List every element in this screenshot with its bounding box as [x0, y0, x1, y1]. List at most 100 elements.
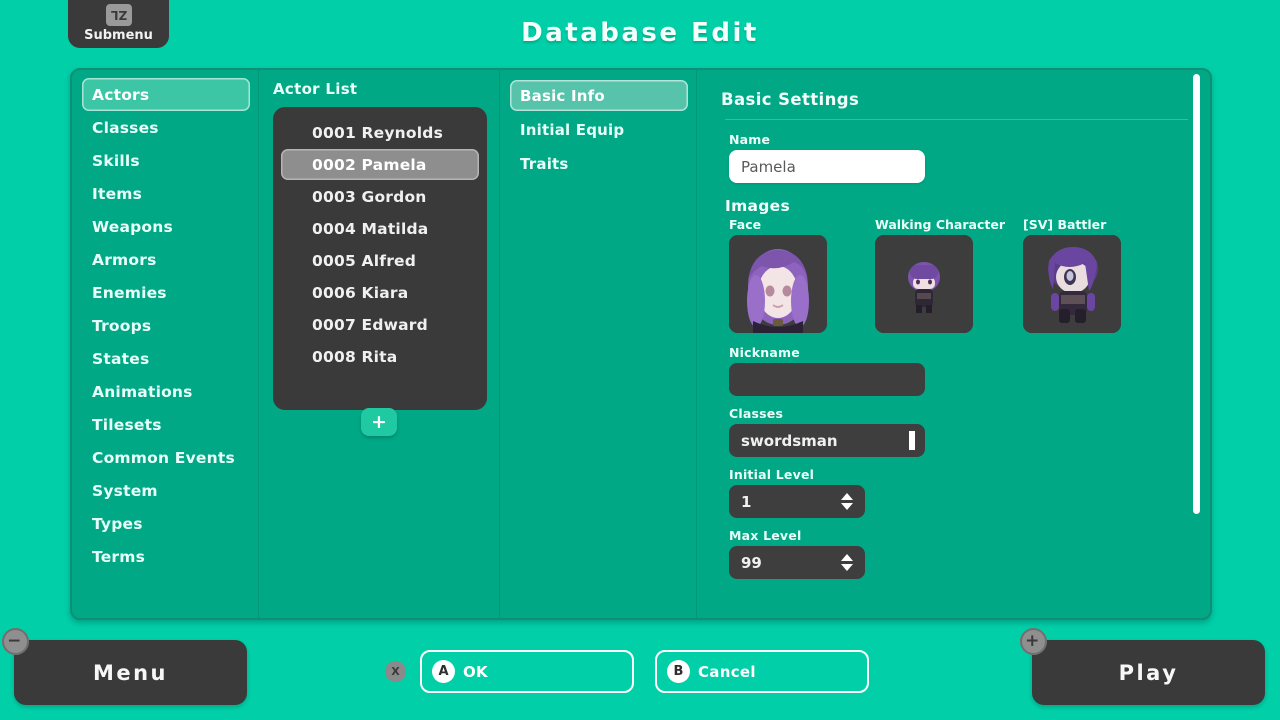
- arrow-down-icon[interactable]: [841, 503, 853, 510]
- actor-list-item[interactable]: 0007 Edward: [281, 309, 479, 340]
- max-level-value: 99: [741, 554, 762, 572]
- sidebar-item-skills[interactable]: Skills: [82, 144, 250, 177]
- sidebar-item-common-events[interactable]: Common Events: [82, 441, 250, 474]
- actor-list-item-label: 0008 Rita: [312, 348, 397, 366]
- initial-level-stepper[interactable]: 1: [729, 485, 865, 518]
- sidebar-item-label: Armors: [92, 251, 157, 269]
- sidebar-item-animations[interactable]: Animations: [82, 375, 250, 408]
- actor-list[interactable]: 0001 Reynolds0002 Pamela0003 Gordon 0004 …: [273, 107, 487, 410]
- sidebar-item-label: Classes: [92, 119, 159, 137]
- sidebar-item-label: Weapons: [92, 218, 173, 236]
- walking-character-label: Walking Character: [875, 217, 1023, 232]
- cancel-button[interactable]: B Cancel: [655, 650, 869, 693]
- sidebar-item-troops[interactable]: Troops: [82, 309, 250, 342]
- stepper-arrows-icon[interactable]: [841, 493, 853, 510]
- sv-battler-label: [SV] Battler: [1023, 217, 1133, 232]
- max-level-field-group: Max Level 99: [729, 528, 1188, 579]
- detail-title: Basic Settings: [721, 90, 1188, 109]
- arrow-down-icon[interactable]: [841, 564, 853, 571]
- actor-list-item-label: 0005 Alfred: [312, 252, 416, 270]
- sidebar-item-armors[interactable]: Armors: [82, 243, 250, 276]
- menu-button[interactable]: − Menu: [14, 640, 247, 705]
- actor-list-item[interactable]: 0005 Alfred: [281, 245, 479, 276]
- sidebar-item-label: Common Events: [92, 449, 235, 467]
- play-button-label: Play: [1119, 661, 1179, 685]
- initial-level-label: Initial Level: [729, 467, 1188, 482]
- sidebar-item-label: Troops: [92, 317, 151, 335]
- tab-traits[interactable]: Traits: [510, 148, 688, 179]
- initial-level-field-group: Initial Level 1: [729, 467, 1188, 518]
- nickname-label: Nickname: [729, 345, 1188, 360]
- actor-list-item[interactable]: 0006 Kiara: [281, 277, 479, 308]
- minus-button-icon: −: [2, 628, 29, 655]
- add-actor-button[interactable]: +: [361, 408, 397, 436]
- sv-battler-sprite-icon: [1023, 235, 1121, 333]
- sidebar-item-states[interactable]: States: [82, 342, 250, 375]
- ok-button[interactable]: A OK: [420, 650, 634, 693]
- tab-label: Basic Info: [520, 87, 605, 105]
- max-level-label: Max Level: [729, 528, 1188, 543]
- walking-character-button[interactable]: [875, 235, 973, 333]
- sidebar-item-types[interactable]: Types: [82, 507, 250, 540]
- sidebar-item-label: Types: [92, 515, 143, 533]
- actor-list-item[interactable]: 0008 Rita: [281, 341, 479, 372]
- plus-button-icon: +: [1020, 628, 1047, 655]
- sidebar-item-items[interactable]: Items: [82, 177, 250, 210]
- face-image-button[interactable]: [729, 235, 827, 333]
- x-button-icon[interactable]: X: [385, 661, 406, 682]
- sidebar-item-label: States: [92, 350, 149, 368]
- ok-label: OK: [463, 663, 488, 681]
- detail-divider: [725, 119, 1188, 120]
- sv-battler-button[interactable]: [1023, 235, 1121, 333]
- sidebar-item-actors[interactable]: Actors: [82, 78, 250, 111]
- sv-battler-cell: [SV] Battler: [1023, 217, 1133, 333]
- name-field-group: Name Pamela: [729, 132, 1188, 183]
- sidebar-item-label: Tilesets: [92, 416, 162, 434]
- sidebar-item-label: Skills: [92, 152, 140, 170]
- detail-scrollbar-thumb[interactable]: [1193, 74, 1200, 514]
- actor-list-heading: Actor List: [273, 80, 487, 98]
- sidebar-item-label: Animations: [92, 383, 193, 401]
- play-button[interactable]: + Play: [1032, 640, 1265, 705]
- actor-list-item-label: 0006 Kiara: [312, 284, 408, 302]
- classes-label: Classes: [729, 406, 1188, 421]
- actor-list-item[interactable]: 0003 Gordon: [281, 181, 479, 212]
- sidebar-item-enemies[interactable]: Enemies: [82, 276, 250, 309]
- classes-field-group: Classes swordsman: [729, 406, 1188, 457]
- tab-initial-equip[interactable]: Initial Equip: [510, 114, 688, 145]
- walking-sprite-icon: [875, 235, 973, 333]
- actor-list-item[interactable]: 0001 Reynolds: [281, 117, 479, 148]
- sidebar-item-system[interactable]: System: [82, 474, 250, 507]
- stepper-arrows-icon[interactable]: [841, 554, 853, 571]
- name-input[interactable]: Pamela: [729, 150, 925, 183]
- sidebar-item-weapons[interactable]: Weapons: [82, 210, 250, 243]
- images-heading: Images: [725, 197, 1188, 215]
- cancel-label: Cancel: [698, 663, 756, 681]
- images-row: Face: [729, 217, 1188, 333]
- sidebar-item-label: Items: [92, 185, 142, 203]
- arrow-up-icon[interactable]: [841, 493, 853, 500]
- a-button-icon: A: [432, 660, 455, 683]
- actor-list-item-label: 0004 Matilda: [312, 220, 428, 238]
- database-window: Actors Classes Skills Items Weapons Armors Ene…: [70, 68, 1212, 620]
- sidebar-item-terms[interactable]: Terms: [82, 540, 250, 573]
- nickname-input[interactable]: [729, 363, 925, 396]
- max-level-stepper[interactable]: 99: [729, 546, 865, 579]
- detail-scrollbar-track[interactable]: [1192, 74, 1200, 614]
- tab-basic-info[interactable]: Basic Info: [510, 80, 688, 111]
- actor-list-item[interactable]: 0002 Pamela: [281, 149, 479, 180]
- arrow-up-icon[interactable]: [841, 554, 853, 561]
- b-button-icon: B: [667, 660, 690, 683]
- page-title: Database Edit: [0, 18, 1280, 48]
- menu-button-label: Menu: [93, 661, 168, 685]
- basic-settings-pane: Basic Settings Name Pamela Images Face: [697, 70, 1210, 618]
- name-label: Name: [729, 132, 1188, 147]
- sidebar-item-label: Terms: [92, 548, 145, 566]
- sidebar-item-tilesets[interactable]: Tilesets: [82, 408, 250, 441]
- sidebar-item-label: Actors: [92, 86, 149, 104]
- classes-input[interactable]: swordsman: [729, 424, 925, 457]
- sidebar-item-classes[interactable]: Classes: [82, 111, 250, 144]
- text-caret: [909, 431, 915, 450]
- sidebar-item-label: Enemies: [92, 284, 167, 302]
- actor-list-item[interactable]: 0004 Matilda: [281, 213, 479, 244]
